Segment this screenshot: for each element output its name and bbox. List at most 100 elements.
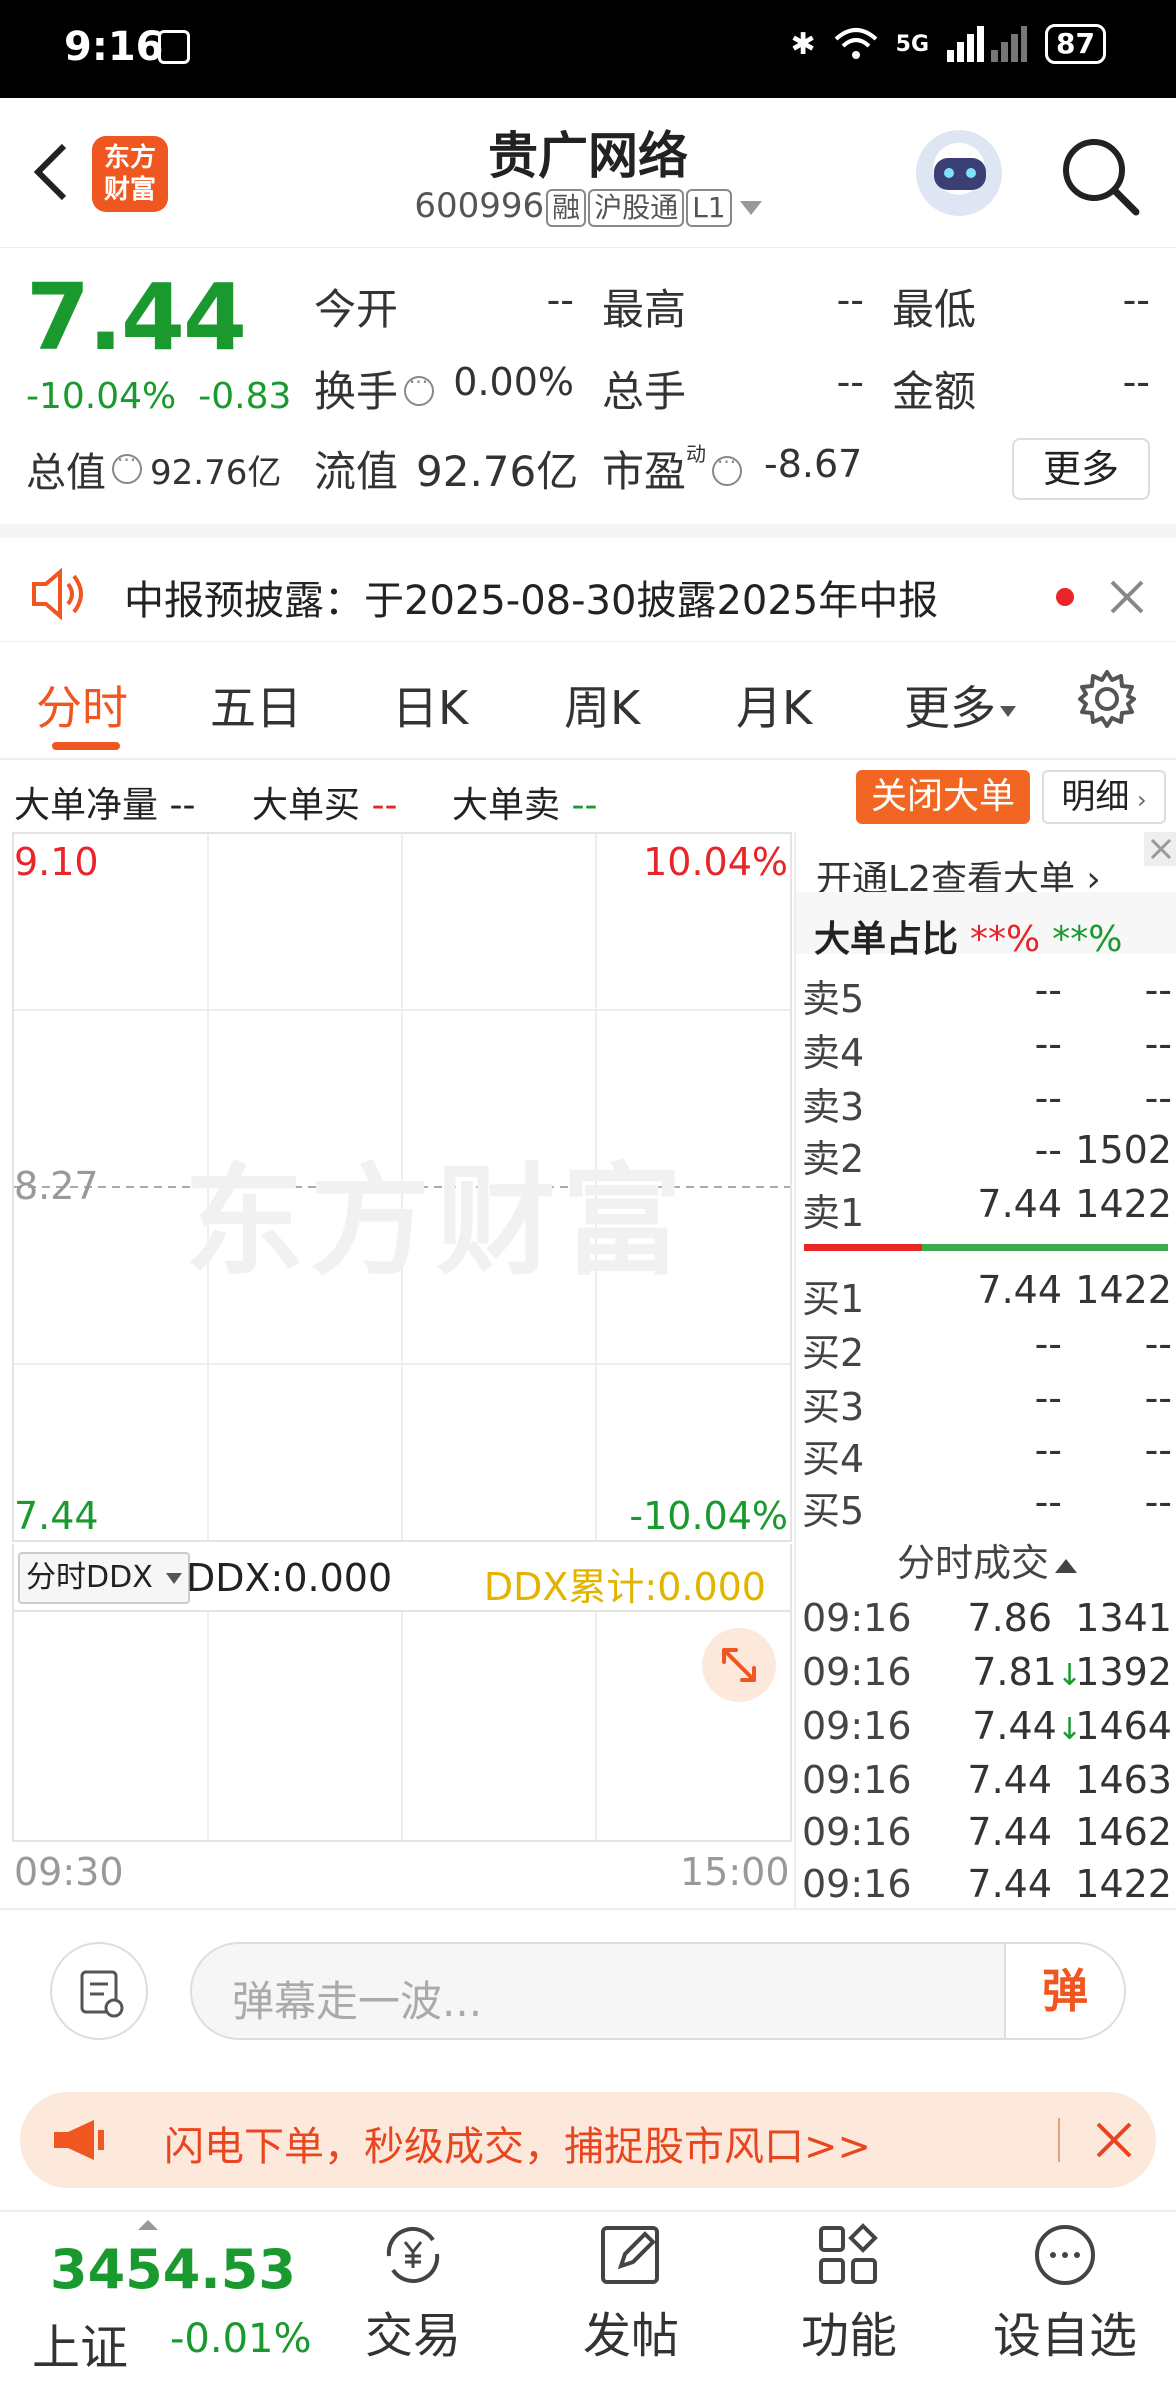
trades-header[interactable]: 分时成交 (796, 1532, 1176, 1587)
ask-price: -- (1034, 1128, 1062, 1172)
indicator-selector[interactable]: 分时DDX (18, 1552, 191, 1604)
trade-price: 7.44 (967, 1758, 1052, 1802)
tab-more[interactable]: 更多 (904, 672, 1016, 738)
pe-value: -8.67 (764, 442, 863, 486)
big-order-net-value: -- (169, 785, 196, 826)
stock-header: 东方财富 贵广网络 600996 融沪股通 L1 (0, 98, 1176, 248)
trade-time: 09:16 (802, 1810, 912, 1854)
bid-volume: -- (1144, 1376, 1172, 1420)
danmu-send-button[interactable]: 弹 (1004, 1944, 1124, 2038)
robot-assistant-icon[interactable] (916, 130, 1002, 216)
search-icon[interactable] (1058, 134, 1142, 218)
nav-watchlist[interactable]: 设自选 (990, 2222, 1140, 2366)
bluetooth-icon: ✱ (790, 26, 816, 62)
apps-icon (819, 2223, 878, 2284)
close-icon[interactable] (1094, 2120, 1134, 2160)
big-order-net: 大单净量 -- (14, 776, 195, 828)
bid-label: 买3 (802, 1385, 865, 1429)
big-order-buy-value: -- (371, 785, 398, 826)
info-icon[interactable] (404, 370, 435, 406)
trade-volume: 1463 (1075, 1758, 1172, 1802)
unread-dot (1056, 588, 1074, 606)
ddx-cumulative: DDX累计:0.000 (483, 1565, 766, 1609)
nav-post-label: 发帖 (582, 2308, 679, 2364)
tab-intraday[interactable]: 分时 (36, 672, 128, 738)
total-value-amount: 92.76亿 (150, 452, 282, 493)
expand-icon[interactable] (702, 1628, 776, 1702)
big-order-sell-value: -- (571, 785, 598, 826)
big-order-buy-label: 大单买 (252, 785, 361, 826)
ask-volume: -- (1144, 1022, 1172, 1066)
trade-time: 09:16 (802, 1650, 912, 1694)
stock-code-row[interactable]: 600996 融沪股通 L1 (0, 186, 1176, 227)
ask-price: -- (1034, 1076, 1062, 1120)
close-big-order-button[interactable]: 关闭大单 (856, 770, 1030, 824)
index-change: -0.01% (170, 2316, 312, 2362)
price-change: -10.04% -0.83 (26, 376, 291, 417)
bid-row: 买3 -- -- (802, 1376, 1172, 1429)
nfc-icon (158, 30, 190, 64)
amount-label: 金额 (892, 367, 977, 416)
tab-five-day[interactable]: 五日 (210, 672, 302, 738)
close-icon[interactable] (1108, 578, 1146, 616)
status-icons: ✱ 5G 87 (791, 24, 1106, 64)
ddx-chart[interactable] (12, 1610, 792, 1842)
promo-text: 闪电下单，秒级成交，捕捉股市风口>> (164, 2124, 872, 2170)
tab-weekly-k[interactable]: 周K (564, 672, 640, 738)
close-icon[interactable] (1144, 832, 1176, 866)
info-icon[interactable] (112, 448, 142, 484)
ask-row: 卖5 -- -- (802, 968, 1172, 1021)
trade-volume: 1341 (1075, 1596, 1172, 1640)
chart-bottom-price: 7.44 (14, 1494, 99, 1538)
more-quote-button[interactable]: 更多 (1012, 438, 1150, 500)
turnover-value: 0.00% (453, 360, 574, 404)
dropdown-icon (166, 1573, 183, 1584)
megaphone-icon (54, 2120, 104, 2160)
change-pct: -10.04% (26, 376, 177, 417)
ask-row: 卖1 7.44 1422 (802, 1182, 1172, 1235)
ask-label: 卖2 (802, 1137, 865, 1181)
trade-row: 09:16 7.44↓ 1464 (802, 1704, 1172, 1756)
bid-row: 买2 -- -- (802, 1322, 1172, 1375)
trade-price-value: 7.81 (972, 1650, 1057, 1694)
comment-placeholder: 弹幕走一波... (232, 1977, 483, 2026)
trade-row: 09:16 7.44 1463 (802, 1758, 1172, 1810)
info-icon[interactable] (712, 450, 743, 486)
intraday-chart[interactable]: 东方财富 9.10 10.04% 8.27 7.44 -10.04% (12, 832, 792, 1542)
high-label: 最高 (602, 285, 687, 334)
big-order-sell-label: 大单卖 (452, 785, 561, 826)
chart-bottom-pct: -10.04% (629, 1494, 788, 1538)
ask-label: 卖5 (802, 977, 865, 1021)
chart-top-price: 9.10 (14, 840, 99, 884)
bid-label: 买4 (802, 1437, 865, 1481)
ddx-value: DDX:0.000 (186, 1556, 393, 1600)
trade-price: 7.81↓ (972, 1650, 1082, 1694)
comment-input[interactable]: 弹幕走一波... 弹 (190, 1942, 1126, 2040)
total-value-label: 总值 (26, 450, 106, 496)
pe-label-text: 市盈 (602, 447, 687, 496)
tab-monthly-k[interactable]: 月K (736, 672, 812, 738)
notice-banner[interactable]: 中报预披露：于2025-08-30披露2025年中报 (0, 524, 1176, 642)
bid-price: 7.44 (977, 1268, 1062, 1312)
detail-button[interactable]: 明细 › (1042, 770, 1166, 824)
comment-settings-icon[interactable] (50, 1942, 148, 2040)
volume-label: 总手 (602, 367, 687, 416)
detail-button-label: 明细 (1061, 777, 1130, 817)
bid-price: -- (1034, 1376, 1062, 1420)
gear-icon[interactable] (1076, 668, 1138, 730)
turnover-label: 换手 (314, 358, 435, 419)
nav-post[interactable]: 发帖 (556, 2222, 706, 2366)
bid-label: 买1 (802, 1277, 865, 1321)
dropdown-icon (739, 200, 762, 215)
nav-trade[interactable]: 交易 (338, 2222, 488, 2366)
trade-price: 7.44 (967, 1862, 1052, 1906)
promo-banner[interactable]: 闪电下单，秒级成交，捕捉股市风口>> (20, 2092, 1156, 2188)
trade-price-value: 7.44 (967, 1758, 1052, 1802)
trade-price-value: 7.44 (967, 1810, 1052, 1854)
nav-functions[interactable]: 功能 (774, 2222, 924, 2366)
ask-price: -- (1034, 968, 1062, 1012)
ask-volume: -- (1144, 1076, 1172, 1120)
tab-daily-k[interactable]: 日K (392, 672, 468, 738)
ask-label: 卖4 (802, 1031, 865, 1075)
buy-ratio-fill (804, 1244, 922, 1251)
